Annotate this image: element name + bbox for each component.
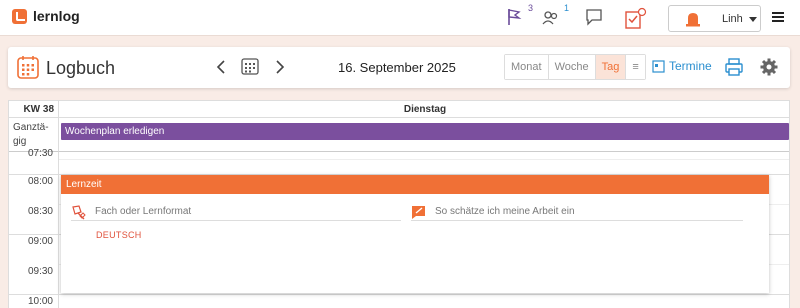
app-name: lernlog [33, 8, 80, 24]
subject-placeholder: Fach oder Lernformat [95, 206, 192, 217]
current-date: 16. September 2025 [338, 60, 456, 75]
hour-line [9, 294, 789, 295]
subject-value: DEUTSCH [96, 230, 142, 240]
view-day-button[interactable]: Tag [595, 55, 627, 79]
page-title: Logbuch [46, 58, 116, 78]
all-day-event[interactable]: Wochenplan erledigen [61, 123, 789, 140]
tasks-button[interactable] [624, 7, 647, 29]
self-assessment-field[interactable]: So schätze ich meine Arbeit ein [411, 203, 743, 221]
view-month-button[interactable]: Monat [505, 55, 549, 79]
view-week-button[interactable]: Woche [548, 55, 596, 79]
user-name: Linh [722, 13, 743, 25]
caret-down-icon [749, 17, 757, 22]
calendar-icon [17, 56, 39, 79]
time-label: 10:00 [27, 296, 53, 307]
chevron-right-icon[interactable] [270, 58, 288, 76]
book-pencil-icon [72, 204, 86, 219]
hamburger-icon-line [772, 20, 784, 22]
flag-icon [508, 9, 522, 25]
top-bar: lernlog 3 1 Linh [0, 0, 800, 36]
half-hour-line [59, 159, 789, 160]
view-switcher: Monat Woche Tag ≡ [504, 54, 646, 80]
chevron-left-icon[interactable] [213, 58, 231, 76]
flag-notifications-button[interactable]: 3 [505, 3, 533, 29]
event-title: Lernzeit [61, 175, 769, 194]
checklist-alert-icon [625, 7, 647, 29]
hamburger-icon-line [772, 12, 784, 14]
time-label: 08:30 [27, 206, 53, 217]
week-number: KW 38 [9, 101, 59, 118]
user-alarm-icon [686, 13, 700, 27]
time-label: 07:30 [27, 148, 53, 159]
people-notifications-button[interactable]: 1 [541, 3, 569, 29]
view-list-button[interactable]: ≡ [626, 55, 645, 79]
time-label: 09:00 [27, 236, 53, 247]
lernzeit-event[interactable]: Lernzeit Fach oder Lernformat So schätze… [61, 175, 769, 293]
time-label: 08:00 [27, 176, 53, 187]
all-day-label: Ganztä­gig [9, 118, 59, 152]
subject-field[interactable]: Fach oder Lernformat [71, 203, 401, 221]
date-picker-icon[interactable] [241, 57, 259, 75]
lernlog-logo-icon [12, 8, 27, 24]
people-alert-icon [542, 11, 558, 25]
hamburger-menu-button[interactable] [772, 12, 784, 22]
termine-link[interactable]: Termine [652, 59, 712, 73]
messages-button[interactable] [585, 7, 607, 29]
termine-label: Termine [669, 59, 712, 73]
hamburger-icon-line [772, 16, 784, 18]
gear-icon[interactable] [759, 57, 779, 77]
self-assessment-placeholder: So schätze ich meine Arbeit ein [435, 206, 575, 217]
logbook-header: Logbuch 16. September 2025 Monat Woche T… [8, 47, 790, 88]
flag-count-badge: 3 [527, 3, 533, 13]
speech-bubble-icon [586, 9, 602, 26]
appointment-icon [652, 60, 665, 73]
edit-note-icon [412, 205, 425, 219]
user-menu-button[interactable]: Linh [668, 5, 761, 32]
app-logo[interactable]: lernlog [12, 8, 80, 24]
print-icon[interactable] [724, 57, 744, 77]
time-label: 09:30 [27, 266, 53, 277]
people-count-badge: 1 [563, 3, 569, 13]
day-header: Dienstag [59, 101, 789, 118]
